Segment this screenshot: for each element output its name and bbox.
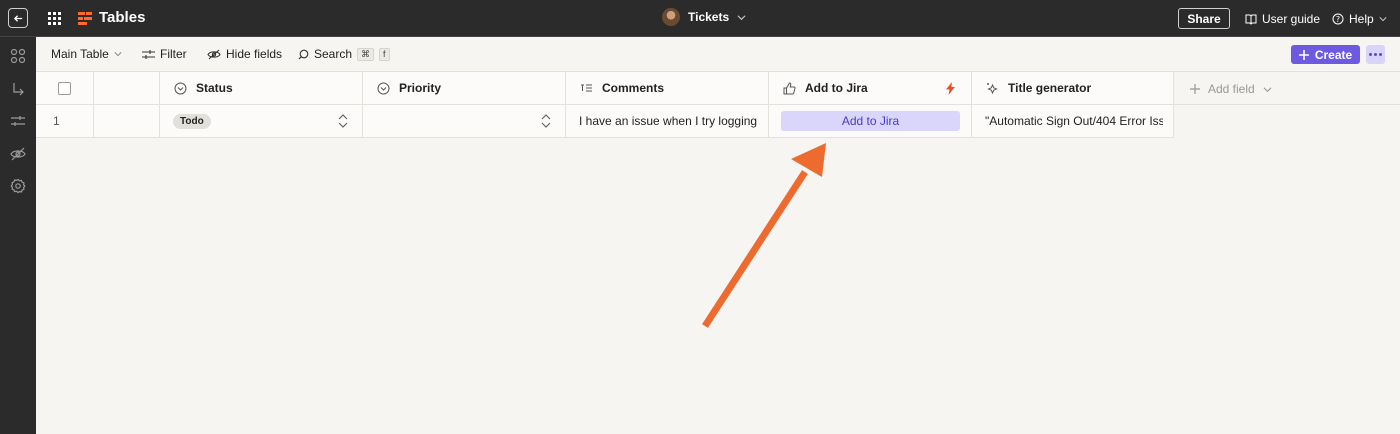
chevron-down-icon [114,52,122,57]
svg-text:?: ? [1336,15,1340,24]
row-number-cell[interactable]: 1 [36,105,94,137]
arrow-head [791,143,826,177]
chevron-down-icon [1263,86,1272,92]
lightning-bolt-icon [946,82,955,95]
search-icon [298,49,309,59]
chevron-up-down-icon [541,114,551,128]
column-header-priority[interactable]: Priority [363,72,566,104]
status-badge: Todo [173,113,211,129]
priority-dropdown-icon [377,82,390,94]
tables-logo-icon [78,12,92,25]
search-button[interactable]: Search ⌘ f [298,47,390,61]
apps-grid-icon[interactable] [48,12,61,25]
hide-fields-button[interactable]: Hide fields [207,47,282,61]
help-menu[interactable]: ? Help [1332,12,1387,26]
chevron-up-down-icon [338,114,348,128]
view-label: Main Table [51,47,109,61]
select-all-cell [36,72,94,104]
long-text-icon [581,84,592,91]
view-selector[interactable]: Main Table [51,47,122,61]
plus-icon [1190,84,1200,94]
help-icon: ? [1332,13,1344,25]
share-button[interactable]: Share [1178,8,1230,29]
status-dropdown-icon [174,82,187,94]
row-expand-cell[interactable] [94,105,160,137]
eye-slash-icon[interactable] [10,146,26,162]
sliders-icon[interactable] [10,113,26,129]
table-name: Tickets [688,10,730,24]
left-rail [0,37,36,434]
dot-icon [1379,53,1382,56]
top-bar: Tables Tickets Share User guide ? Help [0,0,1400,37]
add-field-label: Add field [1208,82,1255,96]
arrow-turn-down-right-icon[interactable] [10,81,26,97]
filter-label: Filter [160,47,187,61]
select-all-checkbox[interactable] [58,81,71,95]
help-label: Help [1349,12,1374,26]
create-label: Create [1314,47,1353,62]
column-header-title-generator[interactable]: Title generator [972,72,1174,104]
priority-cell[interactable] [363,105,566,137]
add-field-button[interactable]: Add field [1190,82,1272,96]
add-to-jira-button[interactable]: Add to Jira [781,111,960,131]
book-icon [1245,14,1257,25]
shortcut-cmd-key: ⌘ [357,47,375,61]
arrow-left-icon [13,14,22,22]
search-label: Search [314,47,353,61]
avatar [662,8,680,26]
user-guide-label: User guide [1262,12,1321,26]
filter-sliders-icon [142,49,155,59]
arrow-shaft [702,170,808,328]
filter-button[interactable]: Filter [142,47,187,61]
column-header-add-to-jira[interactable]: Add to Jira [769,72,972,104]
comments-cell[interactable]: I have an issue when I try logging ... [566,105,769,137]
more-options-button[interactable] [1366,45,1385,64]
table-switcher[interactable]: Tickets [662,8,746,26]
add-to-jira-cell: Add to Jira [769,105,972,137]
eye-slash-icon [207,49,221,59]
app-title: Tables [99,9,146,26]
thumbs-up-icon [783,81,796,94]
status-cell[interactable]: Todo [160,105,363,137]
hide-fields-label: Hide fields [226,47,283,61]
column-header-comments[interactable]: Comments [566,72,769,104]
row-number-header [94,72,160,104]
plus-icon [1298,49,1309,60]
user-guide-link[interactable]: User guide [1245,12,1320,26]
title-generator-cell[interactable]: "Automatic Sign Out/404 Error Iss... [972,105,1174,137]
dot-icon [1374,53,1377,56]
back-button[interactable] [8,8,28,28]
shortcut-f-key: f [379,47,390,61]
column-header-status[interactable]: Status [160,72,363,104]
chevron-down-icon [1379,17,1387,22]
dot-icon [1369,53,1372,56]
view-toolbar: Main Table Filter Hide fields Search ⌘ f… [36,37,1400,72]
gear-icon[interactable] [10,178,26,194]
chevron-down-icon [737,14,746,20]
components-icon[interactable] [10,48,26,64]
ai-sparkle-icon [987,82,998,94]
create-button[interactable]: Create [1291,45,1360,64]
table-row: 1 Todo I have an issue when I try loggin… [36,105,1174,138]
